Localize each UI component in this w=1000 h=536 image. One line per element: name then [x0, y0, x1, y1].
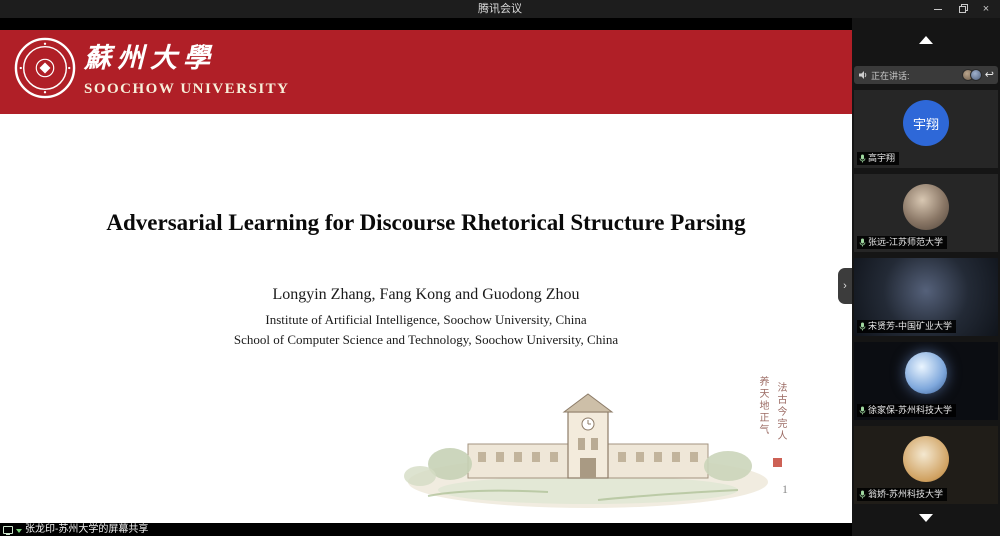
meeting-window: 腾讯会议 × 蘇州大學 — [0, 0, 1000, 536]
arrow-up-icon — [919, 36, 933, 44]
window-controls: × — [928, 0, 996, 18]
motto-line-1: 养天地正气 — [755, 376, 770, 436]
restore-icon — [959, 6, 966, 13]
participant-name: 宋贤芳-中国矿业大学 — [868, 320, 952, 333]
screen-share-arrow-icon — [16, 529, 22, 533]
chevron-right-icon: › — [843, 280, 847, 292]
titlebar: 腾讯会议 × — [0, 0, 1000, 18]
calligraphy-seal-stamp — [773, 458, 782, 467]
participant-name-label: 张远-江苏师范大学 — [857, 236, 947, 249]
scroll-down-button[interactable] — [852, 508, 1000, 528]
participant-name: 高宇翔 — [868, 152, 895, 165]
participants-sidebar: 正在讲话: ↩ 宇翔 高宇翔 — [852, 18, 1000, 536]
avatar — [905, 352, 947, 394]
mic-icon — [859, 238, 866, 247]
screen-share-statusbar: 张龙印-苏州大学的屏幕共享 — [0, 523, 852, 536]
restore-button[interactable] — [952, 1, 972, 17]
participant-name: 翁娇-苏州科技大学 — [868, 488, 943, 501]
mic-icon — [859, 154, 866, 163]
university-seal-logo — [14, 37, 76, 99]
participant-name-label: 宋贤芳-中国矿业大学 — [857, 320, 956, 333]
slide-banner: 蘇州大學 SOOCHOW UNIVERSITY — [0, 30, 852, 114]
campus-painting — [398, 372, 798, 512]
avatar — [903, 184, 949, 230]
speaker-icon — [858, 70, 868, 80]
avatar — [903, 436, 949, 482]
participant-tile[interactable]: 翁娇-苏州科技大学 — [854, 426, 998, 504]
participant-tile[interactable]: 张远-江苏师范大学 — [854, 174, 998, 252]
speaking-now-label: 正在讲话: — [871, 69, 959, 82]
screen-share-label: 张龙印-苏州大学的屏幕共享 — [25, 523, 148, 536]
campus-watercolor-art: 养天地正气 法古今完人 — [398, 372, 798, 512]
mini-avatar-icon — [970, 69, 982, 81]
arrow-down-icon — [919, 514, 933, 522]
participant-name: 张远-江苏师范大学 — [868, 236, 943, 249]
participant-name-label: 高宇翔 — [857, 152, 899, 165]
mic-icon — [859, 490, 866, 499]
speaking-now-bar: 正在讲话: ↩ — [854, 66, 998, 84]
window-title: 腾讯会议 — [0, 0, 1000, 18]
minimize-button[interactable] — [928, 1, 948, 17]
screen-share-monitor-icon — [3, 526, 13, 534]
participant-tile[interactable]: 徐家保-苏州科技大学 — [854, 342, 998, 420]
avatar: 宇翔 — [903, 100, 949, 146]
participant-name-label: 翁娇-苏州科技大学 — [857, 488, 947, 501]
speaking-mini-avatars — [962, 69, 982, 81]
participant-tile[interactable]: 宇翔 高宇翔 — [854, 90, 998, 168]
university-name-en: SOOCHOW UNIVERSITY — [84, 81, 290, 98]
participant-name-label: 徐家保-苏州科技大学 — [857, 404, 956, 417]
scroll-up-button[interactable] — [852, 30, 1000, 50]
main-area: 蘇州大學 SOOCHOW UNIVERSITY Adversarial Lear… — [0, 18, 1000, 536]
mic-icon — [859, 322, 866, 331]
slide-title: Adversarial Learning for Discourse Rheto… — [0, 210, 852, 236]
slide-affiliation-2: School of Computer Science and Technolog… — [0, 332, 852, 348]
minimize-icon — [934, 9, 942, 10]
participant-tiles: 宇翔 高宇翔 — [854, 90, 998, 504]
slide-authors: Longyin Zhang, Fang Kong and Guodong Zho… — [0, 286, 852, 304]
reply-arrow-icon[interactable]: ↩ — [985, 70, 994, 81]
slide-body: Adversarial Learning for Discourse Rheto… — [0, 114, 852, 525]
close-icon: × — [983, 4, 989, 15]
mic-icon — [859, 406, 866, 415]
participant-tile[interactable]: 宋贤芳-中国矿业大学 — [854, 258, 998, 336]
slide-affiliation-1: Institute of Artificial Intelligence, So… — [0, 312, 852, 328]
university-name-cn: 蘇州大學 — [84, 36, 290, 75]
motto-line-2: 法古今完人 — [773, 382, 788, 442]
slide-page-number: 1 — [782, 482, 788, 497]
shared-screen: 蘇州大學 SOOCHOW UNIVERSITY Adversarial Lear… — [0, 18, 852, 536]
sidebar-collapse-tab[interactable]: › — [838, 268, 852, 304]
participant-name: 徐家保-苏州科技大学 — [868, 404, 952, 417]
close-button[interactable]: × — [976, 1, 996, 17]
university-name-block: 蘇州大學 SOOCHOW UNIVERSITY — [84, 36, 290, 98]
